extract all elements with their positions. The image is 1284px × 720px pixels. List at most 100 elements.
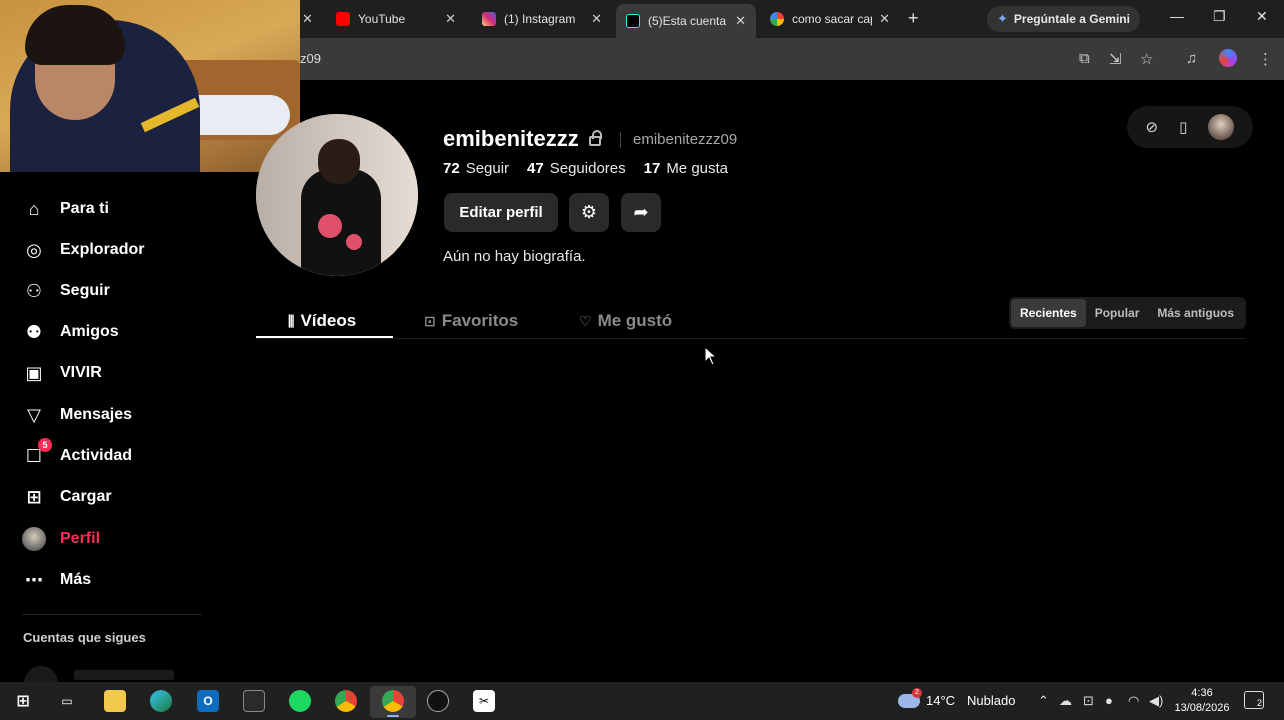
edge-icon[interactable] (150, 690, 172, 712)
gemini-button[interactable]: ✦ Pregúntale a Gemini (987, 6, 1140, 32)
close-window-icon[interactable]: ✕ (1256, 8, 1268, 25)
sidebar-item-actividad[interactable]: ☐ 5 Actividad (22, 438, 132, 471)
following-section-title: Cuentas que sigues (23, 630, 146, 645)
heart-icon: ♡ (579, 312, 592, 329)
close-tab-icon[interactable]: ✕ (302, 11, 313, 27)
settings-button[interactable]: ⚙ (569, 193, 609, 232)
spotify-icon[interactable] (289, 690, 311, 712)
close-tab-icon[interactable]: ✕ (879, 11, 890, 27)
sidebar-item-para-ti[interactable]: ⌂ Para ti (22, 194, 109, 224)
sort-option-recientes[interactable]: Recientes (1011, 299, 1086, 327)
sidebar-item-label: Más (60, 571, 92, 588)
tab-title: YouTube (358, 12, 406, 26)
capcut-icon[interactable]: ✂ (473, 690, 495, 712)
coin-icon[interactable]: ⊘ (1146, 118, 1159, 136)
chrome-active-icon[interactable] (382, 690, 404, 712)
sort-option-mas-antiguos[interactable]: Más antiguos (1148, 299, 1243, 327)
chrome-icon[interactable] (335, 690, 357, 712)
sidebar-item-mas[interactable]: ⋯ Más (22, 565, 91, 595)
clock-date: 13/08/2026 (1174, 702, 1230, 714)
friends-icon: ⚉ (25, 321, 43, 342)
tab-label: Favoritos (441, 311, 519, 330)
home-icon: ⌂ (28, 198, 40, 219)
browser-tab-tiktok[interactable]: (5)Esta cuenta ✕ (616, 4, 756, 38)
tab-title: (1) Instagram (504, 12, 576, 26)
sidebar-item-perfil[interactable]: Perfil (22, 524, 100, 554)
weather-text: Nublado (967, 693, 1016, 708)
sort-option-popular[interactable]: Popular (1086, 299, 1149, 327)
activity-icon: ☐ 5 (22, 438, 52, 468)
sort-segmented-control: Recientes Popular Más antiguos (1009, 297, 1246, 329)
stat-followers[interactable]: 47 Seguidores (527, 160, 626, 177)
notification-count: 2 (1256, 698, 1262, 708)
edit-profile-button[interactable]: Editar perfil (444, 193, 558, 232)
tray-chevron-icon[interactable]: ⌃ (1038, 693, 1049, 709)
stat-following[interactable]: 72 Seguir (443, 160, 509, 177)
system-clock[interactable]: 4:36 13/08/2026 (1170, 686, 1234, 716)
stat-value: 72 (443, 160, 460, 177)
tab-title: (5)Esta cuenta (648, 14, 726, 28)
lock-icon (588, 130, 602, 146)
obs-icon[interactable] (427, 690, 449, 712)
user-follow-icon: ⚇ (25, 280, 43, 301)
browser-tab-instagram[interactable]: (1) Instagram ✕ (472, 4, 612, 34)
wifi-icon[interactable]: ◠ (1128, 693, 1139, 709)
browser-menu-icon[interactable]: ⋮ (1258, 50, 1273, 68)
google-icon (770, 12, 784, 26)
new-tab-button[interactable]: + (908, 8, 919, 29)
minimize-icon[interactable]: — (1170, 8, 1184, 24)
browser-profile-icon[interactable] (1219, 49, 1237, 67)
webcam-hair (25, 5, 125, 65)
sidebar-item-explorador[interactable]: ◎ Explorador (22, 235, 144, 265)
tiktok-icon (626, 14, 640, 28)
sidebar-item-label: VIVIR (60, 364, 102, 381)
close-tab-icon[interactable]: ✕ (735, 13, 746, 29)
sidebar-item-vivir[interactable]: ▣ VIVIR (22, 358, 102, 388)
url-text[interactable]: z09 (300, 51, 321, 66)
close-tab-icon[interactable]: ✕ (591, 11, 602, 27)
weather-widget[interactable]: 2 14°C Nublado (898, 687, 1016, 708)
tab-me-gusto[interactable]: ♡ Me gustó (579, 304, 672, 338)
sidebar-item-amigos[interactable]: ⚉ Amigos (22, 317, 119, 347)
onedrive-icon[interactable]: ☁ (1059, 693, 1072, 709)
profile-avatar[interactable] (256, 114, 418, 276)
sidebar-item-seguir[interactable]: ⚇ Seguir (22, 276, 110, 306)
tab-videos[interactable]: ⫼ Vídeos (288, 304, 356, 338)
sidebar-item-cargar[interactable]: ⊞ Cargar (22, 482, 112, 512)
translate-icon[interactable]: ⧉ (1079, 50, 1090, 67)
notification-center-icon[interactable]: 2 (1244, 691, 1264, 709)
volume-icon[interactable]: ◀) (1149, 693, 1163, 709)
header-avatar[interactable] (1208, 114, 1235, 140)
share-button[interactable]: ➦ (621, 193, 661, 232)
loading-text-placeholder (74, 670, 174, 680)
microphone-icon[interactable]: ● (1105, 693, 1113, 708)
file-explorer-icon[interactable] (104, 690, 126, 712)
browser-tab-youtube[interactable]: YouTube ✕ (326, 4, 466, 34)
sidebar-item-label: Perfil (60, 530, 101, 547)
install-app-icon[interactable]: ⇲ (1109, 50, 1122, 68)
store-icon[interactable] (243, 690, 265, 712)
tab-favoritos[interactable]: ⊡ Favoritos (424, 304, 518, 338)
display-name-text: emibenitezzz (443, 126, 579, 151)
browser-tab-google[interactable]: como sacar cap ✕ (760, 4, 900, 34)
more-icon: ⋯ (25, 569, 43, 590)
tabs-divider (256, 338, 1246, 339)
sidebar-item-mensajes[interactable]: ▽ Mensajes (22, 400, 132, 430)
device-icon[interactable]: ⊡ (1083, 693, 1094, 709)
windows-start-icon[interactable]: ⊞ (12, 690, 34, 712)
stat-value: 17 (643, 160, 661, 177)
weather-temp: 14°C (926, 693, 956, 708)
bookmark-star-icon[interactable]: ☆ (1140, 50, 1153, 68)
stat-label: Seguidores (549, 160, 626, 177)
top-right-actions: ⊘ ▯ (1127, 106, 1253, 148)
sidebar-item-label: Cargar (60, 488, 112, 505)
close-tab-icon[interactable]: ✕ (445, 11, 456, 27)
media-control-icon[interactable]: ♫ (1186, 50, 1197, 67)
phone-icon[interactable]: ▯ (1179, 118, 1187, 136)
restore-icon[interactable]: ❐ (1213, 8, 1226, 25)
task-view-icon[interactable]: ▭ (56, 690, 78, 712)
sidebar-item-label: Amigos (60, 323, 119, 340)
profile-bio: Aún no hay biografía. (443, 248, 586, 265)
outlook-icon[interactable]: O (197, 690, 219, 712)
share-arrow-icon: ➦ (633, 202, 649, 222)
